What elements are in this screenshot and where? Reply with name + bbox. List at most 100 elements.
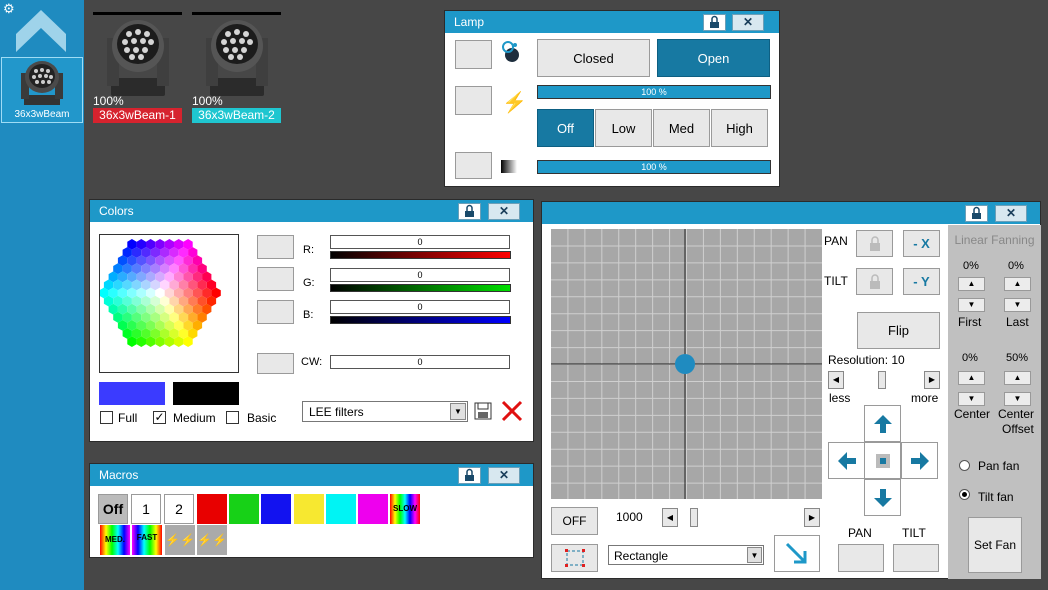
cw-value[interactable]: 0	[330, 355, 510, 369]
chevron-right-icon[interactable]: ▶	[924, 371, 940, 389]
macros-titlebar[interactable]: Macros ✕	[90, 464, 533, 486]
pan-lock-button[interactable]	[856, 230, 893, 257]
save-icon[interactable]	[474, 402, 492, 420]
slider-thumb[interactable]	[690, 508, 698, 527]
color-picker[interactable]	[99, 234, 239, 373]
center-button[interactable]	[864, 442, 901, 479]
tilt-fan-radio[interactable]	[959, 489, 970, 500]
last-down-button[interactable]: ▼	[1004, 298, 1031, 312]
color-preset-button[interactable]	[257, 353, 294, 374]
filter-select[interactable]: LEE filters ▼	[302, 401, 468, 422]
center-up-button[interactable]: ▲	[958, 371, 985, 385]
up-arrow-icon[interactable]	[16, 10, 66, 52]
close-icon[interactable]: ✕	[732, 14, 764, 31]
blue-slider[interactable]	[330, 316, 511, 324]
shutter-preset-button[interactable]	[455, 40, 492, 69]
chevron-down-icon[interactable]: ▼	[747, 547, 762, 563]
colors-titlebar[interactable]: Colors ✕	[90, 200, 533, 222]
chevron-right-icon[interactable]: ▶	[804, 508, 820, 527]
apply-effect-button[interactable]	[774, 535, 820, 572]
macro-cyan-swatch[interactable]	[326, 494, 356, 524]
close-icon[interactable]: ✕	[488, 203, 520, 220]
shutter-open-button[interactable]: Open	[657, 39, 770, 77]
color-preset-button[interactable]	[257, 267, 294, 291]
effect-off-button[interactable]: OFF	[551, 507, 598, 535]
macro-rainbow-fast-button[interactable]: FAST	[132, 525, 162, 555]
slider-thumb[interactable]	[878, 371, 886, 389]
macro-red-swatch[interactable]	[197, 494, 227, 524]
close-icon[interactable]: ✕	[488, 467, 520, 484]
lock-icon[interactable]	[458, 467, 481, 484]
chevron-left-icon[interactable]: ◀	[828, 371, 844, 389]
macro-rainbow-slow-button[interactable]: SLOW	[390, 494, 420, 524]
macro-green-swatch[interactable]	[229, 494, 259, 524]
basic-checkbox[interactable]	[226, 411, 239, 424]
shutter-closed-button[interactable]: Closed	[537, 39, 650, 77]
invert-x-button[interactable]: - X	[903, 230, 940, 257]
power-low-button[interactable]: Low	[595, 109, 652, 147]
power-off-button[interactable]: Off	[537, 109, 594, 147]
macro-strobe-icon[interactable]: ⚡⚡	[197, 525, 227, 555]
dimmer-preset-button[interactable]	[455, 152, 492, 179]
red-value[interactable]: 0	[330, 235, 510, 249]
pantilt-titlebar[interactable]: ✕	[542, 202, 1040, 224]
chevron-down-icon[interactable]: ▼	[450, 403, 466, 420]
close-icon[interactable]: ✕	[995, 205, 1027, 222]
first-down-button[interactable]: ▼	[958, 298, 985, 312]
power-med-button[interactable]: Med	[653, 109, 710, 147]
first-up-button[interactable]: ▲	[958, 277, 985, 291]
resolution-slider[interactable]: ◀ ▶	[828, 371, 940, 389]
move-down-button[interactable]	[864, 479, 901, 516]
macro-yellow-swatch[interactable]	[294, 494, 324, 524]
power-high-button[interactable]: High	[711, 109, 768, 147]
lamp-level-bar[interactable]: 100 %	[537, 85, 771, 99]
lock-icon[interactable]	[458, 203, 481, 220]
blue-value[interactable]: 0	[330, 300, 510, 314]
macro-off-button[interactable]: Off	[98, 494, 128, 524]
offset-down-button[interactable]: ▼	[1004, 392, 1031, 406]
last-up-button[interactable]: ▲	[1004, 277, 1031, 291]
color-preset-button[interactable]	[257, 300, 294, 324]
color-preset-button[interactable]	[257, 235, 294, 259]
lamp-titlebar[interactable]: Lamp ✕	[445, 11, 779, 33]
center-down-button[interactable]: ▼	[958, 392, 985, 406]
tilt-preset-button[interactable]	[893, 544, 939, 572]
color-hexagon-wheel[interactable]	[99, 235, 238, 372]
lock-icon[interactable]	[965, 205, 988, 222]
macro-1-button[interactable]: 1	[131, 494, 161, 524]
pan-fan-radio[interactable]	[959, 460, 970, 471]
set-fan-button[interactable]: Set Fan	[968, 517, 1022, 573]
macro-strobe-icon[interactable]: ⚡⚡	[165, 525, 195, 555]
green-value[interactable]: 0	[330, 268, 510, 282]
pantilt-position-handle[interactable]	[675, 354, 695, 374]
macro-blue-swatch[interactable]	[261, 494, 291, 524]
move-up-button[interactable]	[864, 405, 901, 442]
macro-2-button[interactable]: 2	[164, 494, 194, 524]
delete-icon[interactable]	[501, 400, 523, 422]
flip-button[interactable]: Flip	[857, 312, 940, 349]
device-item[interactable]: 36x3wBeam	[1, 57, 83, 123]
fixture-1[interactable]: 100% 36x3wBeam-1	[93, 12, 182, 124]
shape-select[interactable]: Rectangle ▼	[608, 545, 764, 565]
lock-icon[interactable]	[703, 14, 726, 31]
green-slider[interactable]	[330, 284, 511, 292]
chevron-left-icon[interactable]: ◀	[662, 508, 678, 527]
tilt-lock-button[interactable]	[856, 268, 893, 295]
speed-slider[interactable]: ◀ ▶	[662, 508, 820, 527]
move-right-button[interactable]	[901, 442, 938, 479]
power-preset-button[interactable]	[455, 86, 492, 115]
offset-up-button[interactable]: ▲	[1004, 371, 1031, 385]
full-checkbox[interactable]	[100, 411, 113, 424]
settings-gear-icon[interactable]: ⚙	[3, 2, 15, 15]
macro-magenta-swatch[interactable]	[358, 494, 388, 524]
red-slider[interactable]	[330, 251, 511, 259]
dimmer-level-bar[interactable]: 100 %	[537, 160, 771, 174]
invert-y-button[interactable]: - Y	[903, 268, 940, 295]
pantilt-grid[interactable]	[551, 229, 822, 499]
move-left-button[interactable]	[828, 442, 865, 479]
pan-preset-button[interactable]	[838, 544, 884, 572]
shape-preview-button[interactable]	[551, 544, 598, 572]
fixture-2[interactable]: 100% 36x3wBeam-2	[192, 12, 281, 124]
medium-checkbox[interactable]: ✓	[153, 411, 166, 424]
macro-rainbow-med-button[interactable]: MED.	[100, 525, 130, 555]
